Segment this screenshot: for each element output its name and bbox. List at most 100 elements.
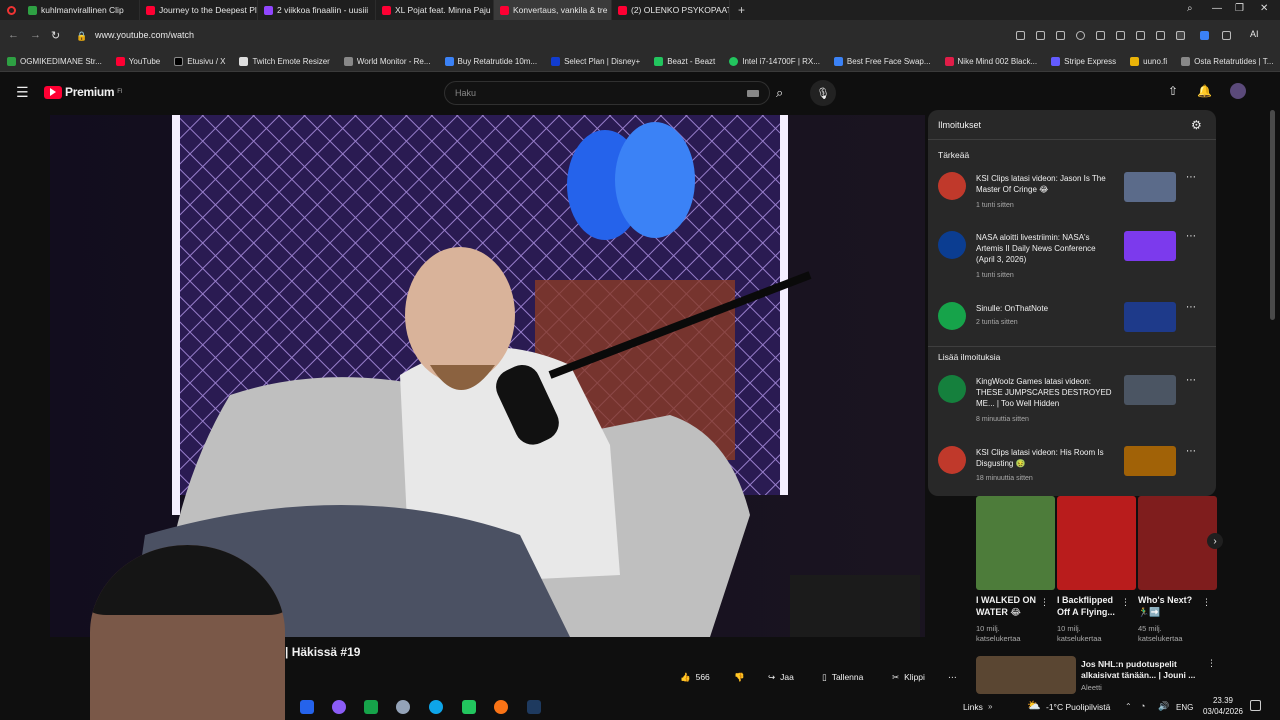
lock-icon[interactable]: 🔒 <box>76 31 87 42</box>
clip-button[interactable]: ✂ Klippi <box>892 667 925 687</box>
reload-icon[interactable]: ↻ <box>51 29 60 42</box>
browser-tab[interactable]: (2) OLENKO PSYKOPAATTI <box>612 0 730 20</box>
voice-search-icon[interactable]: 🎙 <box>810 80 836 106</box>
profile-icon[interactable] <box>1176 31 1185 40</box>
upload-icon[interactable]: ⇧ <box>1168 84 1178 98</box>
recommended-menu-icon[interactable]: ⋮ <box>1207 658 1216 669</box>
bookmark-item[interactable]: Stripe Express <box>1044 57 1123 66</box>
notification-item[interactable]: NASA aloitti livestriimin: NASA's Artemi… <box>928 229 1216 285</box>
taskbar-app-icon[interactable] <box>396 700 410 714</box>
taskbar-app-icon[interactable] <box>462 700 476 714</box>
bookmark-item[interactable]: Twitch Emote Resizer <box>232 57 336 66</box>
browser-tab-active[interactable]: Konvertaus, vankila & tre✕ <box>494 0 612 20</box>
taskbar-app-icon[interactable] <box>300 700 314 714</box>
bookmark-item[interactable]: uuno.fi <box>1123 57 1174 66</box>
keyboard-icon[interactable] <box>747 90 759 97</box>
short-thumbnail[interactable] <box>976 496 1055 590</box>
taskbar-app-icon[interactable] <box>364 700 378 714</box>
youtube-logo[interactable]: Premium FI <box>44 85 123 99</box>
clock-time[interactable]: 23.39 <box>1201 696 1245 705</box>
like-button[interactable]: 👍 566 <box>680 667 728 687</box>
browser-menu-icon[interactable] <box>0 5 22 15</box>
short-title[interactable]: Who's Next? 🏃‍♂️➡️ <box>1138 594 1208 618</box>
weather-text[interactable]: -1°C Puolipilvistä <box>1046 702 1110 712</box>
recommended-title[interactable]: Jos NHL:n pudotuspelit alkaisivat tänään… <box>1081 659 1201 681</box>
page-scrollbar[interactable] <box>1270 110 1275 320</box>
url-field[interactable]: www.youtube.com/watch <box>95 30 194 40</box>
notification-item[interactable]: KSI Clips latasi videon: Jason Is The Ma… <box>928 170 1216 220</box>
links-chevron-icon[interactable]: » <box>988 702 992 711</box>
browser-tab[interactable]: Journey to the Deepest Pl <box>140 0 258 20</box>
bookmark-item[interactable]: OGMIKEDIMANE Str... <box>0 57 109 66</box>
extension-icon[interactable] <box>1056 31 1065 40</box>
hamburger-menu-icon[interactable]: ☰ <box>16 84 29 101</box>
bookmark-item[interactable]: Beazt - Beazt <box>647 57 722 66</box>
browser-tab[interactable]: kuhlmanvirallinen Clip <box>22 0 140 20</box>
browser-tab[interactable]: XL Pojat feat. Minna Paju <box>376 0 494 20</box>
minimize-icon[interactable]: — <box>1212 3 1222 14</box>
forward-icon[interactable]: → <box>30 29 41 41</box>
maximize-icon[interactable]: ❐ <box>1235 3 1244 14</box>
notification-item[interactable]: KingWoolz Games latasi videon: THESE JUM… <box>928 373 1216 429</box>
user-avatar[interactable] <box>1230 83 1246 99</box>
short-thumbnail[interactable] <box>1057 496 1136 590</box>
steam-icon[interactable] <box>527 700 541 714</box>
dislike-button[interactable]: 👎 <box>734 667 745 687</box>
volume-icon[interactable]: 🔊 <box>1158 701 1169 712</box>
shorts-next-icon[interactable]: › <box>1207 533 1223 549</box>
notification-menu-icon[interactable]: ⋯ <box>1186 302 1196 313</box>
recommended-thumbnail[interactable] <box>976 656 1076 694</box>
bookmark-item[interactable]: Nike Mind 002 Black... <box>938 57 1045 66</box>
notification-menu-icon[interactable]: ⋯ <box>1186 375 1196 386</box>
extension-icon[interactable] <box>1200 31 1209 40</box>
short-title[interactable]: I Backflipped Off A Flying... <box>1057 594 1127 618</box>
save-button[interactable]: ▯ Tallenna <box>822 667 863 687</box>
extension-icon[interactable] <box>1096 31 1105 40</box>
browser-tab[interactable]: 2 viikkoa finaaliin - uusiii <box>258 0 376 20</box>
edge-icon[interactable] <box>429 700 443 714</box>
notification-item[interactable]: Sinulle: OnThatNote 2 tuntia sitten ⋯ <box>928 300 1216 340</box>
bookmark-item[interactable]: World Monitor - Re... <box>337 57 438 66</box>
notifications-bell-icon[interactable]: 🔔 <box>1197 84 1212 98</box>
extension-icon[interactable] <box>1222 31 1231 40</box>
downloads-icon[interactable] <box>1136 31 1145 40</box>
taskbar-app-icon[interactable] <box>332 700 346 714</box>
taskbar-links[interactable]: Links <box>963 702 983 712</box>
menu-icon[interactable] <box>1156 31 1165 40</box>
search-tabs-icon[interactable]: ⌕ <box>1187 3 1193 14</box>
tray-chevron-icon[interactable]: ⌃ <box>1125 702 1132 711</box>
notification-center-icon[interactable] <box>1250 700 1261 711</box>
extension-icon[interactable] <box>1076 31 1085 40</box>
close-window-icon[interactable]: ✕ <box>1260 3 1268 14</box>
more-actions-button[interactable]: ⋯ <box>948 667 957 687</box>
new-tab-button[interactable]: + <box>730 3 753 17</box>
bookmark-item[interactable]: Select Plan | Disney+ <box>544 57 647 66</box>
share-button[interactable]: ↪ Jaa <box>768 667 794 687</box>
notification-item[interactable]: KSI Clips latasi videon: His Room Is Dis… <box>928 444 1216 490</box>
extension-icon[interactable] <box>1016 31 1025 40</box>
search-box[interactable]: Haku <box>444 81 770 105</box>
notification-menu-icon[interactable]: ⋯ <box>1186 231 1196 242</box>
bookmark-item[interactable]: Best Free Face Swap... <box>827 57 938 66</box>
notification-menu-icon[interactable]: ⋯ <box>1186 172 1196 183</box>
extension-icon[interactable] <box>1116 31 1125 40</box>
extension-icon[interactable] <box>1036 31 1045 40</box>
bookmark-item[interactable]: Intel i7-14700F | RX... <box>722 57 827 66</box>
network-icon[interactable]: ◔ <box>1140 701 1145 711</box>
notification-menu-icon[interactable]: ⋯ <box>1186 446 1196 457</box>
ai-button[interactable]: AI <box>1250 29 1259 39</box>
short-menu-icon[interactable]: ⋮ <box>1202 597 1211 608</box>
short-title[interactable]: I WALKED ON WATER 😂 <box>976 594 1046 618</box>
language-indicator[interactable]: ENG <box>1176 703 1193 712</box>
firefox-icon[interactable] <box>494 700 508 714</box>
short-menu-icon[interactable]: ⋮ <box>1040 597 1049 608</box>
back-icon[interactable]: ← <box>8 29 19 41</box>
search-icon[interactable]: ⌕ <box>776 85 783 101</box>
bookmark-item[interactable]: Etusivu / X <box>167 57 232 66</box>
search-input[interactable]: Haku <box>455 88 476 98</box>
bookmark-item[interactable]: Buy Retatrutide 10m... <box>438 57 545 66</box>
bookmark-item[interactable]: Osta Retatrutides | T... <box>1174 57 1280 66</box>
clock-date[interactable]: 03/04/2026 <box>1199 707 1247 716</box>
short-menu-icon[interactable]: ⋮ <box>1121 597 1130 608</box>
bookmark-item[interactable]: YouTube <box>109 57 167 66</box>
